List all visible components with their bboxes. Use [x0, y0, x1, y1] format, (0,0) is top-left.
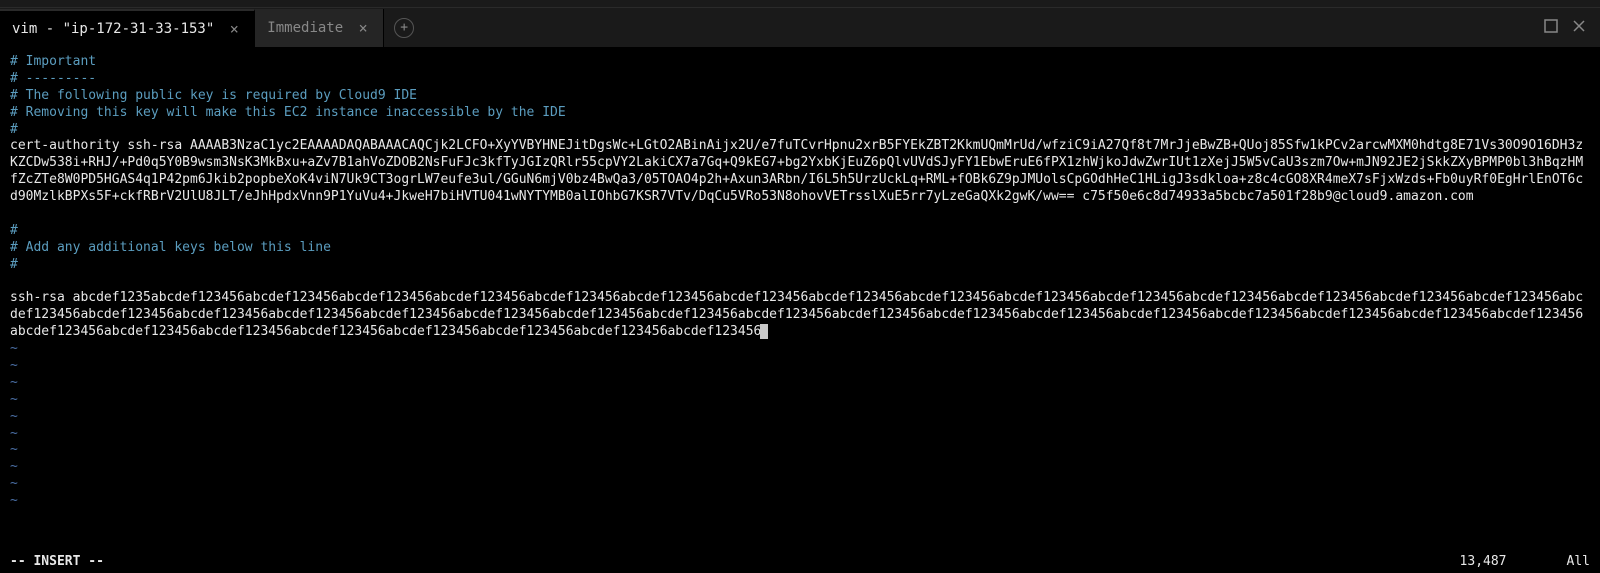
close-icon[interactable]: × [355, 19, 371, 37]
comment-line: # Add any additional keys below this lin… [10, 240, 331, 255]
close-icon[interactable]: × [226, 20, 242, 38]
comment-line: # Important [10, 54, 96, 69]
vim-tilde: ~ [10, 459, 18, 474]
vim-tilde: ~ [10, 375, 18, 390]
vim-tilde: ~ [10, 392, 18, 407]
cursor [760, 324, 768, 339]
scroll-position: All [1567, 554, 1590, 569]
comment-line: # --------- [10, 71, 96, 86]
tab-label: Immediate [267, 20, 343, 36]
vim-tilde: ~ [10, 426, 18, 441]
comment-line: # [10, 122, 18, 137]
vim-mode: -- INSERT -- [10, 554, 104, 569]
vim-tilde: ~ [10, 476, 18, 491]
vim-tilde: ~ [10, 341, 18, 356]
ssh-key-line: ssh-rsa abcdef1235abcdef123456abcdef1234… [10, 290, 1583, 339]
tab-vim[interactable]: vim - "ip-172-31-33-153" × [0, 9, 255, 47]
tab-label: vim - "ip-172-31-33-153" [12, 21, 214, 37]
close-icon[interactable] [1572, 19, 1586, 37]
vim-tilde: ~ [10, 358, 18, 373]
vim-tilde: ~ [10, 442, 18, 457]
tab-bar: vim - "ip-172-31-33-153" × Immediate × + [0, 8, 1600, 48]
vim-tilde: ~ [10, 493, 18, 508]
comment-line: # [10, 223, 18, 238]
tab-immediate[interactable]: Immediate × [255, 9, 384, 47]
vim-tilde: ~ [10, 409, 18, 424]
window-controls [1544, 19, 1600, 37]
cert-authority-line: cert-authority ssh-rsa AAAAB3NzaC1yc2EAA… [10, 138, 1583, 204]
editor-area[interactable]: # Important # --------- # The following … [0, 48, 1600, 549]
add-tab-button[interactable]: + [394, 18, 414, 38]
comment-line: # Removing this key will make this EC2 i… [10, 105, 566, 120]
maximize-icon[interactable] [1544, 19, 1558, 37]
vim-status-bar: -- INSERT -- 13,487 All [0, 549, 1600, 573]
cursor-position: 13,487 [1460, 554, 1567, 569]
app-window: vim - "ip-172-31-33-153" × Immediate × +… [0, 0, 1600, 573]
titlebar [0, 0, 1600, 8]
comment-line: # [10, 257, 18, 272]
comment-line: # The following public key is required b… [10, 88, 417, 103]
